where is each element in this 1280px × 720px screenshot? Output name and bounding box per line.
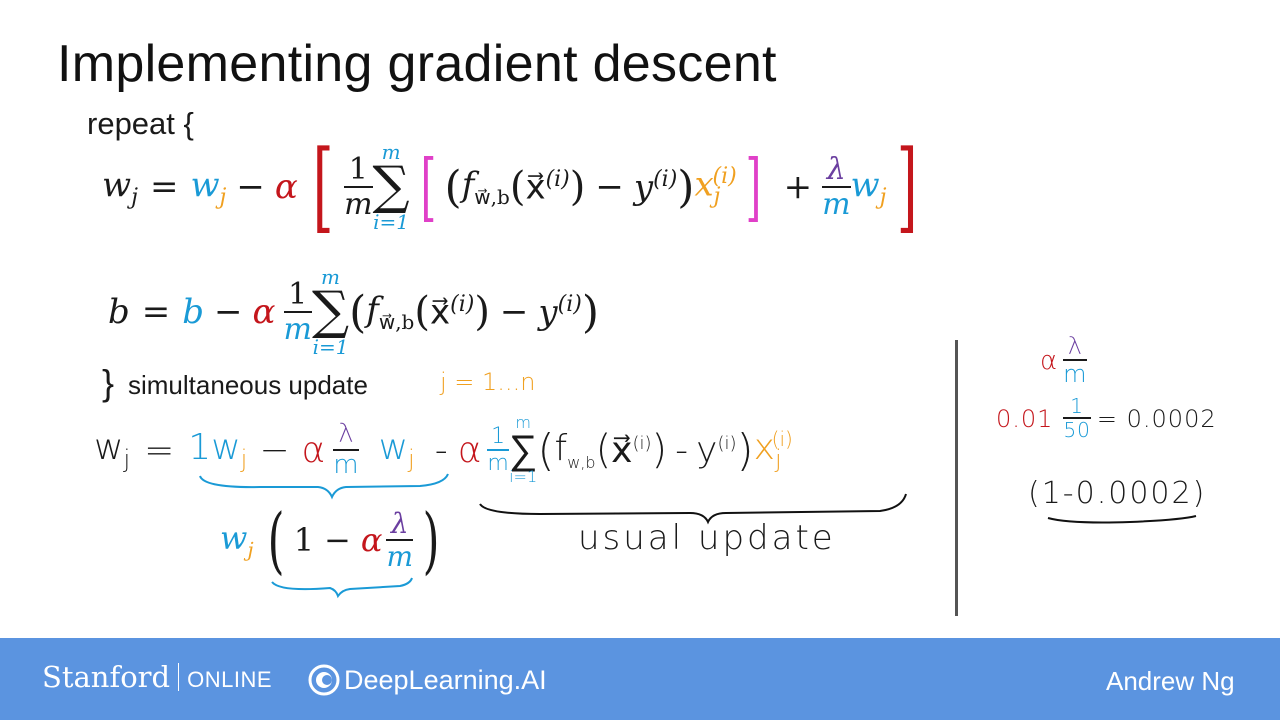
stanford-logo: Stanford ONLINE (42, 660, 272, 694)
author-name: Andrew Ng (1106, 666, 1235, 696)
usual-update-label: usual update (578, 518, 836, 558)
vertical-divider (955, 340, 958, 616)
left-underbrace (199, 473, 449, 500)
deeplearning-icon (308, 664, 340, 696)
annotation-strokes (199, 473, 1197, 599)
factored-form: wj ( 1 − α λ m ) (220, 498, 440, 582)
side-calculation: 0.01 1 50 = 0.0002 (996, 394, 1217, 442)
stanford-wordmark: Stanford (42, 660, 171, 694)
factor-underline (1047, 515, 1197, 524)
side-factor: (1-0.0002) (1028, 476, 1207, 511)
side-alpha-lambda-m: α λ m (1040, 332, 1087, 389)
deeplearning-logo: DeepLearning.AI (308, 664, 547, 696)
deeplearning-wordmark: DeepLearning.AI (344, 664, 547, 695)
online-wordmark: ONLINE (187, 667, 273, 692)
